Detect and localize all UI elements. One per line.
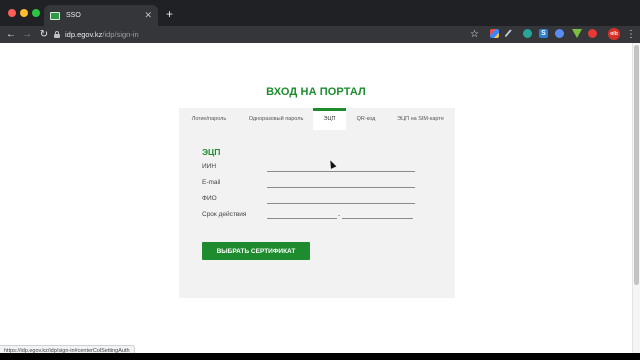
fio-label: ФИО xyxy=(202,195,217,202)
url-host: idp.egov.kz xyxy=(65,30,103,39)
bottom-edge xyxy=(0,353,640,360)
minimize-window-button[interactable] xyxy=(20,9,28,17)
tab-qr-code[interactable]: QR-код xyxy=(346,108,386,130)
tab-close-icon[interactable]: ✕ xyxy=(144,11,152,20)
extension-red-circle-icon[interactable] xyxy=(588,29,597,38)
new-tab-button[interactable]: + xyxy=(166,8,173,20)
extension-pen-icon[interactable] xyxy=(504,29,513,38)
login-tabs: Логин/пароль Одноразовый пароль ЭЦП QR-к… xyxy=(179,108,455,130)
validity-to-field[interactable] xyxy=(342,218,413,219)
iin-label: ИИН xyxy=(202,163,217,170)
login-card: Логин/пароль Одноразовый пароль ЭЦП QR-к… xyxy=(179,108,455,298)
email-label: E-mail xyxy=(202,179,221,186)
url-text[interactable]: idp.egov.kz/idp/sign-in xyxy=(65,30,139,39)
tab-eds[interactable]: ЭЦП xyxy=(313,108,346,130)
browser-tab-bar: SSO ✕ + xyxy=(0,0,640,26)
extension-s-icon[interactable]: S xyxy=(539,29,548,38)
browser-toolbar: ← → ↻ idp.egov.kz/idp/sign-in ☆ S olb ⋮ xyxy=(0,26,640,43)
extension-green-arrow-icon[interactable] xyxy=(572,29,582,38)
browser-tab[interactable]: SSO ✕ xyxy=(44,5,158,26)
maximize-window-button[interactable] xyxy=(32,9,40,17)
reload-icon[interactable]: ↻ xyxy=(37,28,51,41)
scrollbar[interactable] xyxy=(632,43,640,353)
site-favicon-icon xyxy=(50,11,60,20)
lock-icon[interactable] xyxy=(54,31,60,38)
iin-field[interactable] xyxy=(267,171,415,172)
fio-field[interactable] xyxy=(267,203,415,204)
extension-teal-circle-icon[interactable] xyxy=(523,29,532,38)
validity-label: Срок действия xyxy=(202,211,247,218)
validity-separator: - xyxy=(338,212,341,219)
profile-avatar[interactable]: olb xyxy=(608,28,620,40)
section-title: ЭЦП xyxy=(202,147,221,157)
tab-title: SSO xyxy=(66,12,81,19)
extension-blue-circle-icon[interactable] xyxy=(555,29,564,38)
tab-eds-sim-card[interactable]: ЭЦП на SIM-карте xyxy=(386,108,455,130)
forward-arrow-icon[interactable]: → xyxy=(20,28,34,41)
address-bar[interactable]: idp.egov.kz/idp/sign-in xyxy=(54,28,484,41)
url-path: /idp/sign-in xyxy=(102,30,139,39)
tab-login-password[interactable]: Логин/пароль xyxy=(179,108,239,130)
close-window-button[interactable] xyxy=(8,9,16,17)
scrollbar-thumb[interactable] xyxy=(634,45,639,285)
tab-one-time-password[interactable]: Одноразовый пароль xyxy=(239,108,313,130)
extension-colorful-icon[interactable] xyxy=(490,29,499,38)
page-viewport: ВХОД НА ПОРТАЛ Логин/пароль Одноразовый … xyxy=(0,43,640,353)
page-title: ВХОД НА ПОРТАЛ xyxy=(266,86,366,98)
star-icon[interactable]: ☆ xyxy=(470,28,479,41)
menu-dots-icon[interactable]: ⋮ xyxy=(626,28,636,41)
back-arrow-icon[interactable]: ← xyxy=(4,28,18,41)
validity-from-field[interactable] xyxy=(267,218,337,219)
email-field[interactable] xyxy=(267,187,415,188)
select-certificate-button[interactable]: ВЫБРАТЬ СЕРТИФИКАТ xyxy=(202,242,310,260)
